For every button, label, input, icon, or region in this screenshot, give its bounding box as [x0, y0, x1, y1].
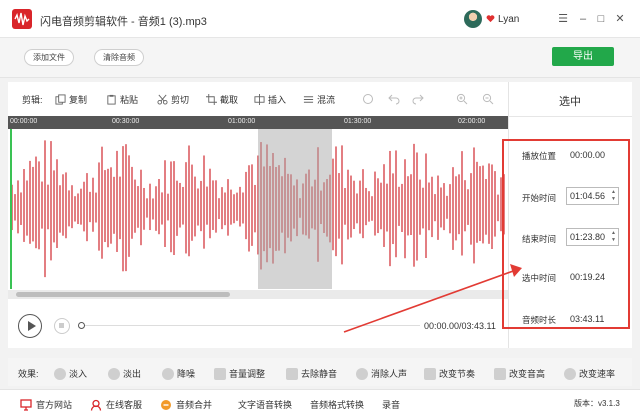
tts-link[interactable]: 文字语音转换 — [238, 398, 292, 411]
mute-icon — [286, 367, 298, 380]
tempo-icon — [424, 367, 436, 380]
fx-text: 淡出 — [123, 369, 142, 379]
clear-audio-button[interactable]: 清除音频 — [94, 49, 144, 66]
panel-title: 选中 — [559, 96, 581, 108]
copy-label: 复制 — [69, 95, 88, 105]
minimize-button[interactable]: – — [576, 12, 590, 26]
play-button[interactable] — [18, 314, 42, 338]
tick-label: 01:00:00 — [228, 118, 256, 125]
insert-button[interactable]: 插入 — [254, 93, 286, 106]
fade-in-icon — [54, 367, 66, 380]
annotation-arrow — [343, 264, 522, 333]
close-button[interactable]: ✕ — [613, 12, 627, 26]
crop-button[interactable]: 截取 — [206, 93, 238, 106]
paste-icon — [107, 94, 116, 105]
mix-icon — [303, 96, 314, 103]
tick-label: 00:30:00 — [112, 118, 140, 125]
rate-icon — [564, 367, 576, 380]
mix-label: 混流 — [317, 95, 336, 105]
change-tempo-button[interactable]: 改变节奏 — [424, 367, 475, 380]
user-name[interactable]: Lyan — [498, 14, 519, 25]
heart-icon — [486, 15, 495, 23]
tick-label: 02:00:00 — [458, 118, 486, 125]
add-file-button[interactable]: 添加文件 — [24, 49, 74, 66]
window-title: 闪电音频剪辑软件 - 音频1 (3).mp3 — [40, 16, 207, 28]
pitch-icon — [494, 367, 506, 380]
mix-button[interactable]: 混流 — [303, 93, 335, 106]
export-button[interactable]: 导出 — [552, 47, 614, 66]
toolbar-label: 剪辑: — [22, 95, 43, 105]
copy-icon — [55, 94, 66, 105]
remove-vocals-button[interactable]: 消除人声 — [356, 367, 407, 380]
denoise-icon — [162, 367, 174, 380]
change-rate-button[interactable]: 改变速率 — [564, 367, 615, 380]
stop-button[interactable] — [54, 318, 70, 334]
insert-label: 插入 — [268, 95, 287, 105]
fx-text: 降噪 — [177, 369, 196, 379]
maximize-button[interactable]: □ — [594, 12, 608, 26]
playhead[interactable] — [10, 129, 12, 289]
volume-button[interactable]: 音量调整 — [214, 367, 265, 380]
fade-in-button[interactable]: 淡入 — [54, 367, 87, 380]
fx-text: 改变音高 — [509, 369, 546, 379]
paste-label: 粘贴 — [120, 95, 139, 105]
scissors-icon — [157, 94, 168, 105]
undo-icon[interactable] — [388, 93, 400, 105]
tick-label: 00:00:00 — [10, 118, 38, 125]
effects-label: 效果: — [18, 369, 39, 379]
website-label: 官方网站 — [36, 400, 73, 410]
fx-text: 消除人声 — [371, 369, 408, 379]
menu-button[interactable]: ☰ — [556, 12, 570, 26]
fade-out-button[interactable]: 淡出 — [108, 367, 141, 380]
fx-text: 淡入 — [69, 369, 88, 379]
merge-link[interactable]: 音频合并 — [160, 398, 212, 411]
cut-label: 剪切 — [171, 95, 190, 105]
seek-knob[interactable] — [78, 322, 85, 329]
fx-text: 音量调整 — [229, 369, 266, 379]
crop-icon — [206, 94, 217, 105]
change-pitch-button[interactable]: 改变音高 — [494, 367, 545, 380]
monitor-icon — [20, 398, 32, 411]
record-link[interactable]: 录音 — [382, 398, 400, 411]
avatar[interactable] — [464, 10, 482, 28]
remove-silence-button[interactable]: 去除静音 — [286, 367, 337, 380]
merge-icon — [161, 399, 171, 410]
insert-icon — [254, 94, 265, 105]
crop-label: 截取 — [220, 95, 239, 105]
headset-icon — [90, 399, 102, 411]
tick-label: 01:30:00 — [344, 118, 372, 125]
speaker-icon — [214, 367, 226, 380]
selection-region[interactable] — [258, 129, 332, 289]
loop-icon[interactable] — [362, 93, 374, 105]
copy-button[interactable]: 复制 — [55, 93, 87, 106]
support-link[interactable]: 在线客服 — [90, 398, 142, 411]
fx-text: 改变速率 — [579, 369, 616, 379]
zoom-in-icon[interactable] — [456, 93, 468, 105]
format-convert-link[interactable]: 音频格式转换 — [310, 398, 364, 411]
app-logo-icon — [12, 9, 32, 29]
fade-out-icon — [108, 367, 120, 380]
paste-button[interactable]: 粘贴 — [106, 93, 138, 106]
timeline-ruler[interactable] — [8, 116, 508, 129]
scrollbar-thumb[interactable] — [16, 292, 230, 297]
zoom-out-icon[interactable] — [482, 93, 494, 105]
denoise-button[interactable]: 降噪 — [162, 367, 195, 380]
divider — [508, 116, 632, 117]
cut-button[interactable]: 剪切 — [157, 93, 189, 106]
redo-icon[interactable] — [412, 93, 424, 105]
support-label: 在线客服 — [106, 400, 143, 410]
vocal-icon — [356, 367, 368, 380]
fx-text: 改变节奏 — [439, 369, 476, 379]
website-link[interactable]: 官方网站 — [20, 398, 72, 411]
merge-label: 音频合并 — [176, 400, 213, 410]
fx-text: 去除静音 — [301, 369, 338, 379]
version-label: 版本：v3.1.3 — [574, 399, 620, 408]
